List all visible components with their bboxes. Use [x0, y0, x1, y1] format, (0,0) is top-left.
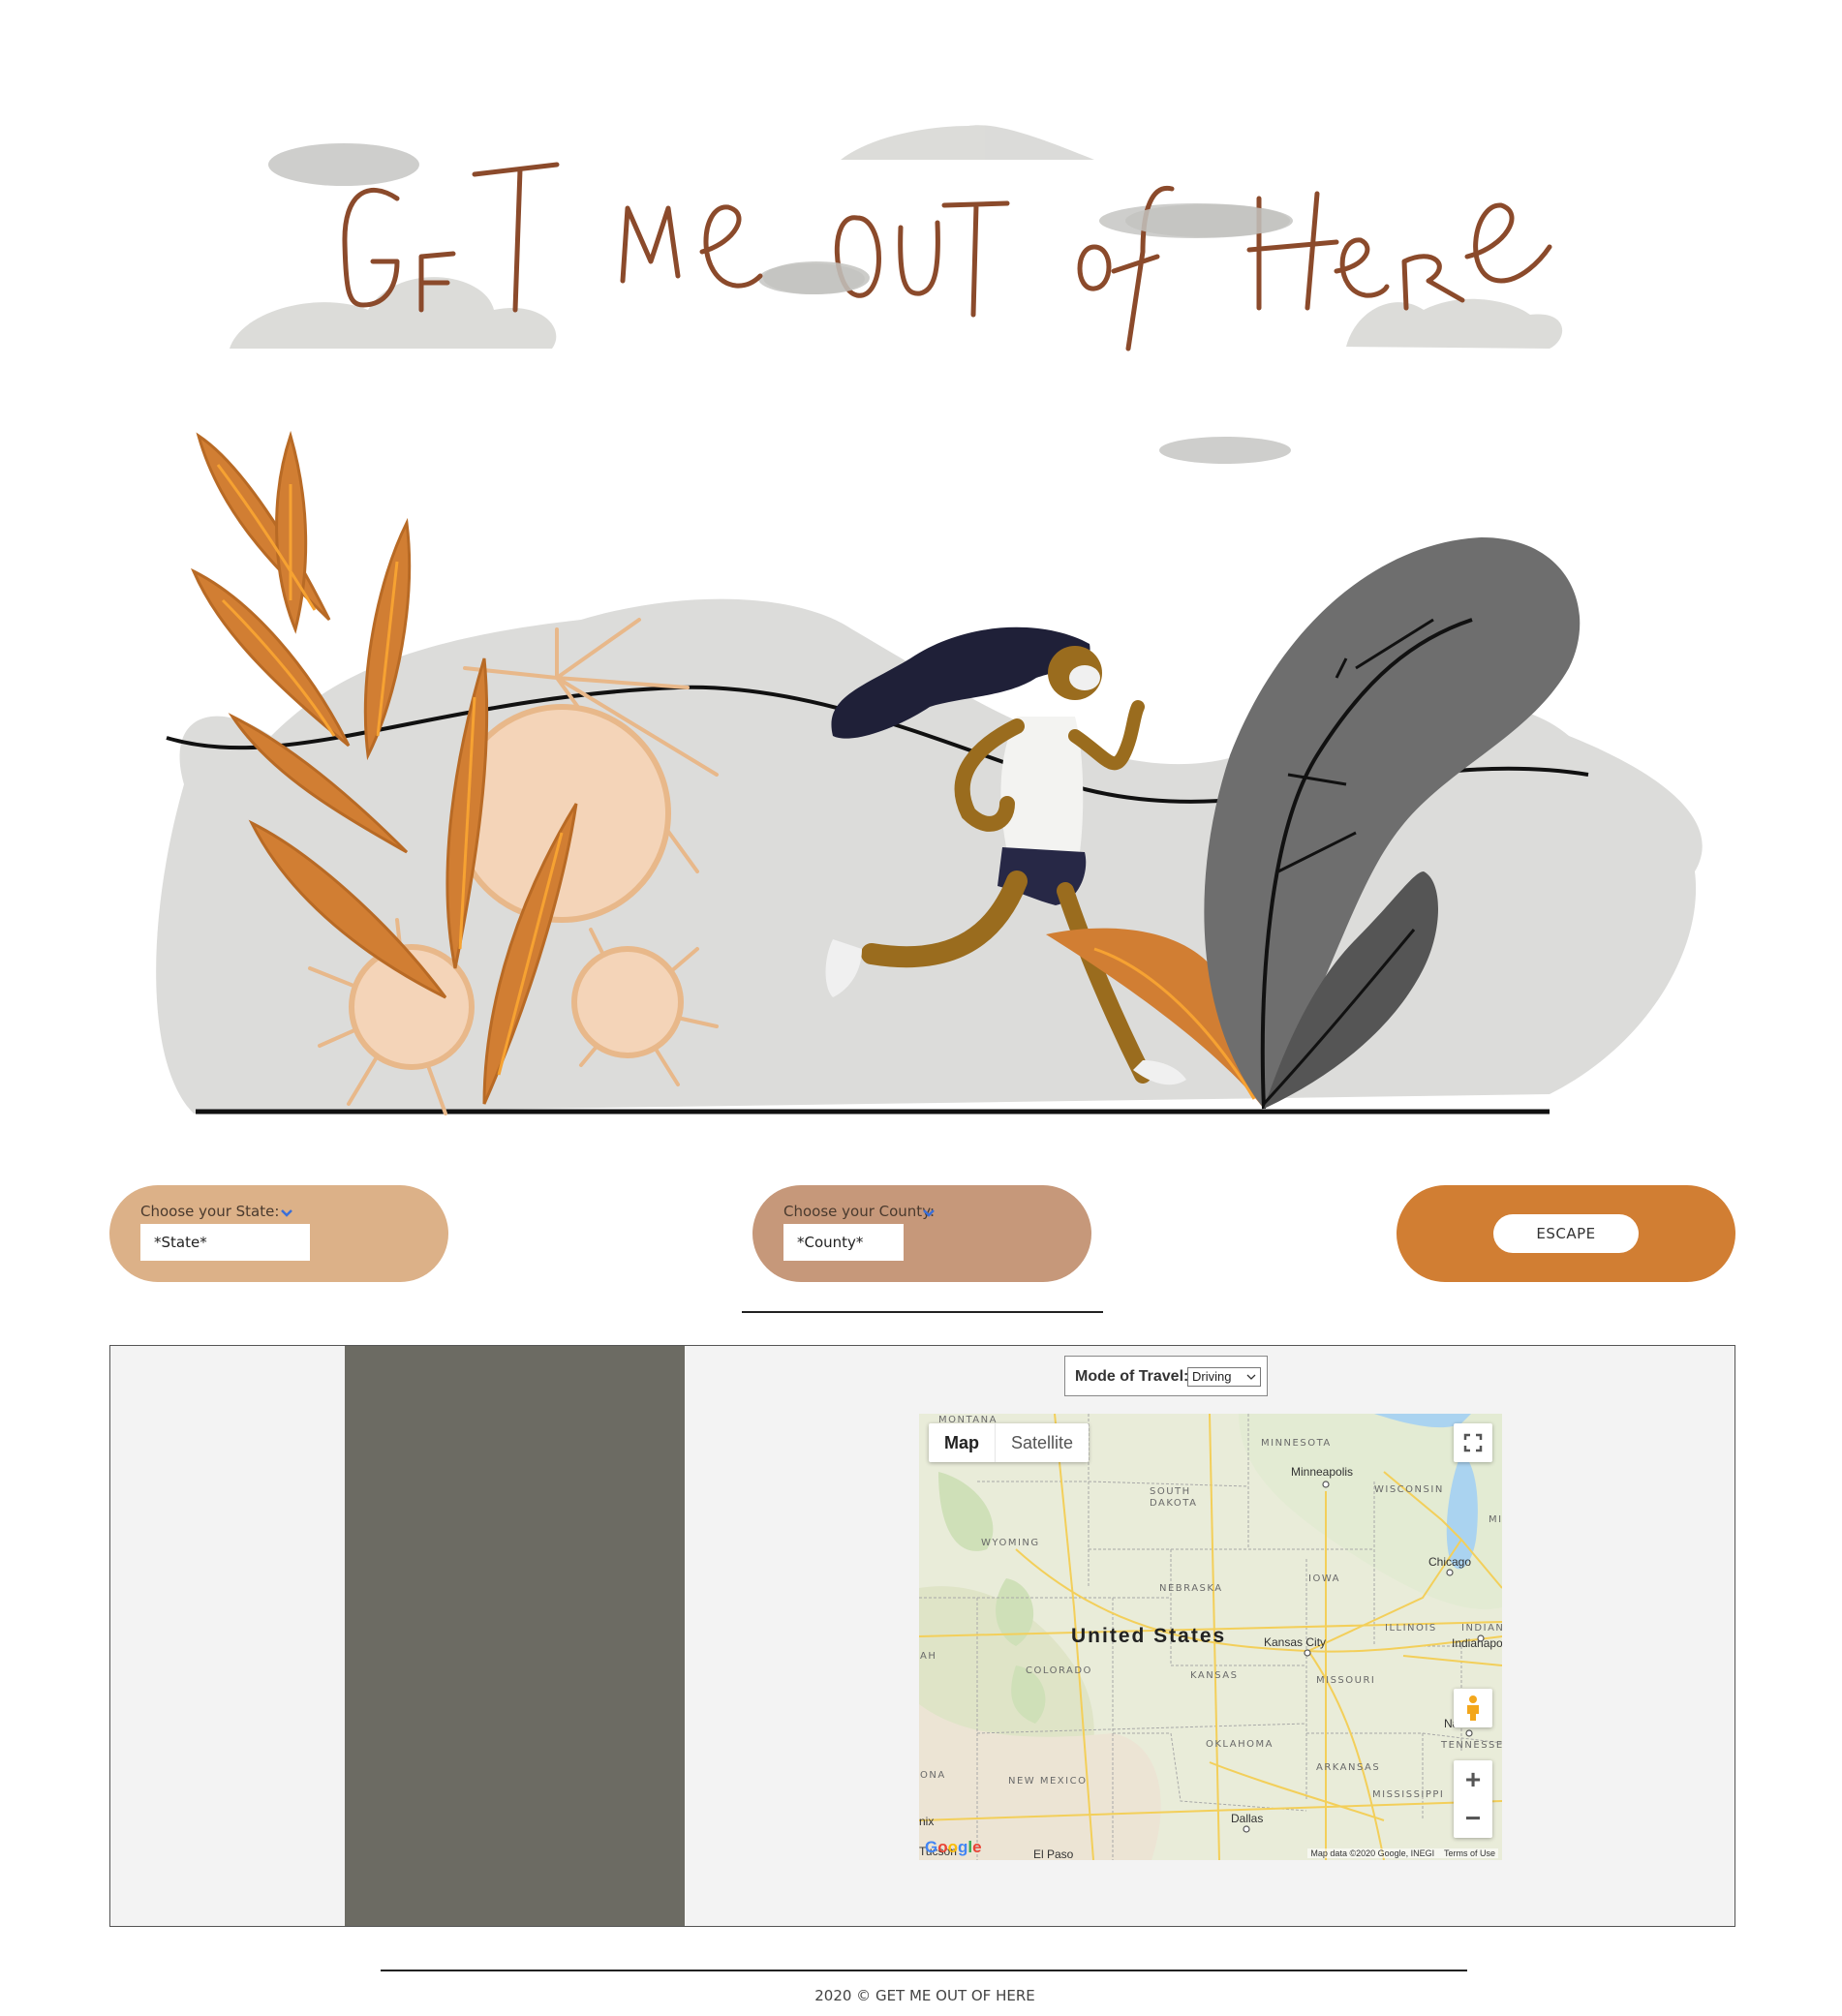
state-label-kansas: KANSAS	[1190, 1670, 1239, 1681]
map-attribution-text: Map data ©2020 Google, INEGI	[1310, 1848, 1435, 1858]
pegman-icon	[1467, 1695, 1479, 1721]
zoom-control: + −	[1454, 1760, 1492, 1838]
state-label-south-dakota: SOUTH	[1150, 1486, 1191, 1497]
chevron-down-icon	[1246, 1374, 1256, 1380]
terms-of-use-link[interactable]: Terms of Use	[1444, 1848, 1495, 1858]
state-label-wisconsin: WISCONSIN	[1374, 1484, 1444, 1495]
mode-of-travel-value: Driving	[1192, 1369, 1232, 1384]
state-label-tennessee: TENNESSEE	[1441, 1740, 1502, 1751]
city-label-minneapolis: Minneapolis	[1291, 1465, 1354, 1479]
city-label-nix: nix	[919, 1815, 935, 1828]
hero-art	[156, 125, 1703, 1115]
state-select[interactable]: *State*	[140, 1224, 310, 1261]
zoom-in-button[interactable]: +	[1454, 1760, 1492, 1799]
state-label-wyoming: WYOMING	[981, 1538, 1040, 1548]
main-panel: Mode of Travel: Driving MONTANA MINNESOT…	[109, 1345, 1735, 1927]
footer-divider	[381, 1970, 1467, 1971]
divider	[742, 1311, 1103, 1313]
google-map[interactable]: MONTANA MINNESOTA SOUTH DAKOTA WISCONSIN…	[919, 1414, 1502, 1860]
map-type-satellite-button[interactable]: Satellite	[996, 1423, 1089, 1462]
state-label-iowa: IOWA	[1308, 1573, 1341, 1584]
escape-container: ESCAPE	[1397, 1185, 1735, 1282]
city-label-indianapolis: Indianapo	[1452, 1636, 1502, 1650]
google-logo: Google	[925, 1838, 982, 1856]
title-smudges	[763, 204, 1290, 294]
state-label: Choose your State:	[140, 1203, 280, 1220]
map-type-control: Map Satellite	[929, 1423, 1090, 1462]
state-label-south-dakota-2: DAKOTA	[1150, 1498, 1198, 1509]
map-attribution: Map data ©2020 Google, INEGI Terms of Us…	[1307, 1848, 1498, 1858]
city-label-dallas: Dallas	[1231, 1812, 1264, 1825]
state-label-mi: MI	[1489, 1514, 1502, 1525]
chevron-down-icon[interactable]	[922, 1208, 936, 1218]
state-label-minnesota: MINNESOTA	[1261, 1438, 1332, 1449]
state-label-arkansas: ARKANSAS	[1316, 1762, 1381, 1773]
zoom-out-button[interactable]: −	[1454, 1799, 1492, 1838]
state-label-colorado: COLORADO	[1026, 1665, 1092, 1676]
county-label: Choose your County:	[783, 1203, 936, 1220]
state-label-ah: AH	[920, 1651, 937, 1662]
fullscreen-button[interactable]	[1454, 1423, 1492, 1462]
fullscreen-icon	[1463, 1433, 1483, 1452]
street-view-button[interactable]	[1454, 1689, 1492, 1727]
chevron-down-icon[interactable]	[280, 1208, 293, 1218]
map-type-map-button[interactable]: Map	[929, 1423, 996, 1462]
state-label-new-mexico: NEW MEXICO	[1008, 1776, 1088, 1787]
state-label-oklahoma: OKLAHOMA	[1206, 1739, 1274, 1750]
state-label-illinois: ILLINOIS	[1385, 1623, 1437, 1634]
mode-of-travel-select[interactable]: Driving	[1187, 1367, 1261, 1387]
county-select[interactable]: *County*	[783, 1224, 904, 1261]
mode-of-travel-box: Mode of Travel: Driving	[1064, 1356, 1268, 1396]
country-label: United States	[1071, 1625, 1227, 1647]
escape-button[interactable]: ESCAPE	[1493, 1214, 1639, 1253]
county-picker: Choose your County: *County*	[752, 1185, 1091, 1282]
state-label-indiana: INDIAN	[1461, 1623, 1502, 1634]
footer-copyright: 2020 © GET ME OUT OF HERE	[814, 1987, 1035, 2004]
directions-panel	[345, 1346, 685, 1926]
city-label-el-paso: El Paso	[1033, 1848, 1074, 1860]
mode-of-travel-label: Mode of Travel:	[1075, 1368, 1189, 1385]
state-label-missouri: MISSOURI	[1316, 1675, 1376, 1686]
hero-illustration	[0, 0, 1842, 1162]
city-label-chicago: Chicago	[1428, 1555, 1472, 1569]
state-label-ona: ONA	[920, 1770, 946, 1781]
state-label-nebraska: NEBRASKA	[1159, 1583, 1223, 1594]
state-label-mississippi: MISSISSIPPI	[1372, 1789, 1445, 1800]
state-picker: Choose your State: *State*	[109, 1185, 448, 1282]
city-label-kansas-city: Kansas City	[1264, 1635, 1327, 1649]
